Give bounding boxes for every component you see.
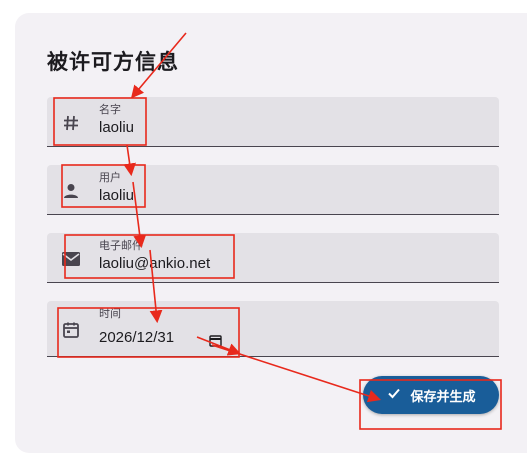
person-icon bbox=[60, 180, 82, 202]
email-field[interactable]: 电子邮件 laoliu@ankio.net bbox=[47, 233, 499, 283]
name-field[interactable]: 名字 laoliu bbox=[47, 97, 499, 147]
date-field-value[interactable]: 2026/12/31 bbox=[99, 329, 174, 346]
save-and-generate-button[interactable]: 保存并生成 bbox=[363, 376, 499, 414]
name-field-label: 名字 bbox=[99, 103, 121, 116]
email-field-value[interactable]: laoliu@ankio.net bbox=[99, 255, 210, 272]
user-field-value[interactable]: laoliu bbox=[99, 187, 134, 204]
date-picker-icon[interactable] bbox=[209, 332, 222, 347]
calendar-icon bbox=[60, 319, 82, 341]
date-field[interactable]: 时间 2026/12/31 bbox=[47, 301, 499, 357]
email-field-label: 电子邮件 bbox=[99, 239, 143, 252]
check-icon bbox=[386, 385, 402, 405]
email-icon bbox=[60, 248, 82, 270]
user-field[interactable]: 用户 laoliu bbox=[47, 165, 499, 215]
user-field-label: 用户 bbox=[99, 171, 121, 184]
date-field-label: 时间 bbox=[99, 307, 121, 320]
page-title: 被许可方信息 bbox=[47, 50, 179, 74]
save-and-generate-label: 保存并生成 bbox=[410, 389, 476, 405]
hash-icon bbox=[60, 112, 82, 134]
name-field-value[interactable]: laoliu bbox=[99, 119, 134, 136]
